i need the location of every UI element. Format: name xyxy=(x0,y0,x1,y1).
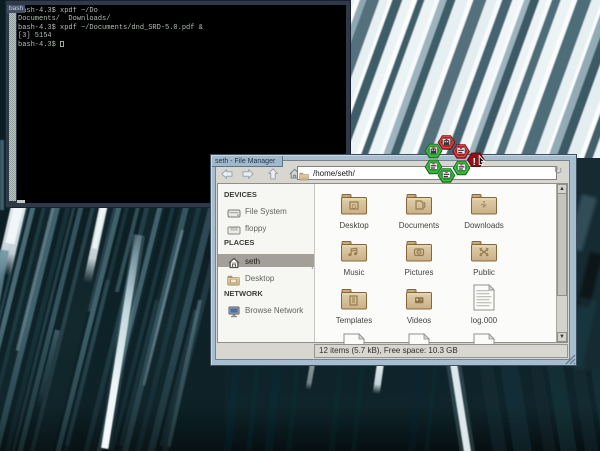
svg-text:D: D xyxy=(352,205,357,211)
svg-text:!: ! xyxy=(473,157,476,168)
